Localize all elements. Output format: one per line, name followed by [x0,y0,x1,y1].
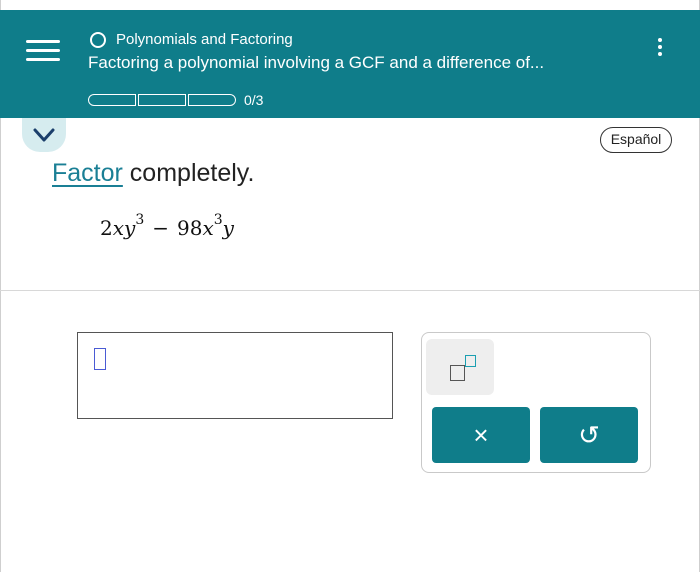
language-toggle-button[interactable]: Español [600,127,672,153]
term1-y: y [124,216,136,240]
hamburger-menu-icon[interactable] [26,36,60,64]
section-divider [0,290,700,291]
progress-segment [88,94,136,106]
progress-count: 0/3 [244,92,264,108]
term2-coefficient: 98 [177,216,203,240]
progress-segment [188,94,236,106]
term2-x-exponent: 3 [213,212,223,228]
term1-x: x [112,216,125,240]
topic-label: Polynomials and Factoring [116,31,293,48]
superscript-button[interactable] [426,339,494,395]
polynomial-expression: 2xy3−98x3y [100,212,234,240]
collapse-header-button[interactable] [22,118,66,152]
minus-operator: − [152,216,170,240]
lesson-title: Factoring a polynomial involving a GCF a… [88,53,545,72]
term2-x: x [202,216,214,240]
prompt-text: completely. [122,159,255,187]
clear-button[interactable]: × [432,407,530,463]
header-bar: Polynomials and Factoring Factoring a po… [0,10,700,118]
answer-input[interactable] [77,332,393,419]
topic-row: Polynomials and Factoring [90,31,293,48]
term1-coefficient: 2 [100,216,113,240]
input-cursor-placeholder [94,348,106,370]
factor-definition-link[interactable]: Factor [52,159,123,187]
question-prompt: Factor completely. [52,159,254,188]
term1-y-exponent: 3 [135,212,145,228]
undo-button[interactable]: ↺ [540,407,638,463]
term2-y: y [222,216,234,240]
math-tool-panel: × ↺ [421,332,651,473]
progress-segment [138,94,186,106]
kebab-menu-icon[interactable] [645,32,675,62]
superscript-base-box [450,365,465,381]
chevron-down-icon [33,128,55,142]
circle-icon [90,31,106,48]
superscript-icon [465,355,476,367]
progress-bar: 0/3 [88,92,263,108]
